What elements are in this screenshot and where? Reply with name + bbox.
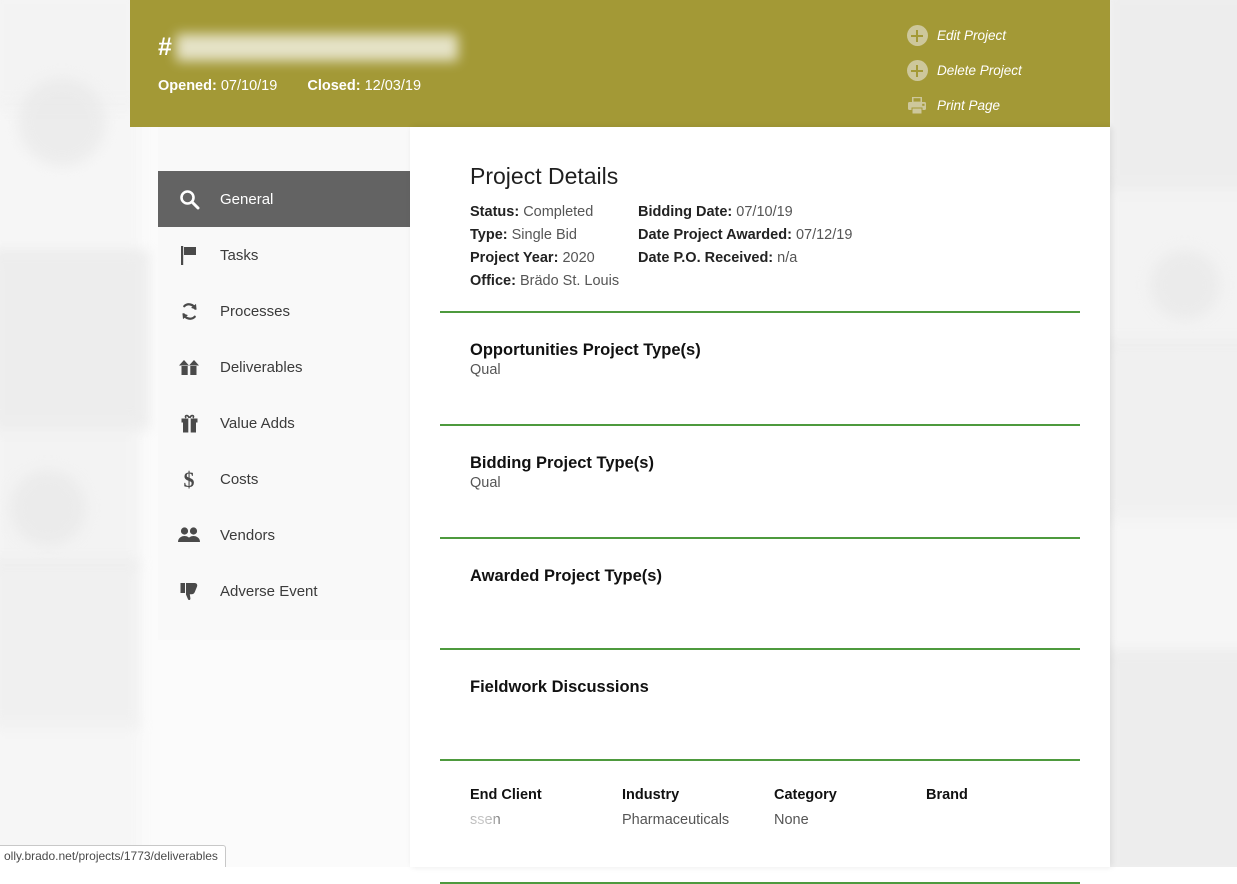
svg-text:$: $ [184,468,195,491]
detail-label: Office: [470,273,516,289]
detail-bidding-date: Bidding Date: 07/10/19 [638,204,1080,220]
column-header-industry: Industry [622,787,680,803]
client-info-table: End Client Industry Category Brand ssen … [440,761,1080,860]
sidebar-item-general[interactable]: General [158,171,410,227]
detail-status: Status: Completed [470,204,638,220]
sidebar-item-label: General [220,190,274,208]
detail-label: Date P.O. Received: [638,250,774,266]
detail-date-project-awarded: Date Project Awarded: 07/12/19 [638,227,1080,243]
sidebar-nav: General Tasks Processes Deliverables Val… [158,127,410,640]
sidebar-item-value-adds[interactable]: Value Adds [158,395,410,451]
brand-redacted [926,810,994,830]
detail-value: 07/10/19 [736,204,793,220]
opened-value: 07/10/19 [220,78,278,94]
project-number-hash: # [158,33,172,61]
flag-icon [172,245,206,266]
open-box-icon [172,357,206,377]
printer-icon [906,95,928,117]
table-row: ssen Pharmaceuticals None [465,809,1080,860]
detail-value: 07/12/19 [795,227,853,243]
detail-value: n/a [777,250,798,266]
detail-date-po-received: Date P.O. Received: n/a [638,250,1080,266]
sidebar-item-deliverables[interactable]: Deliverables [158,339,410,395]
sidebar-item-label: Processes [220,302,291,320]
page-title: # [158,34,458,61]
header-actions: Edit Project Delete Project Print Page [906,18,1086,123]
detail-empty [638,273,1080,289]
end-client-redacted-line [465,831,583,850]
cell-industry: Pharmaceuticals [622,812,730,828]
circle-plus-icon [906,25,928,47]
people-icon [172,526,206,544]
sidebar-item-processes[interactable]: Processes [158,283,410,339]
section-body: Qual [470,475,501,491]
opened-label: Opened: [158,78,217,94]
detail-value: 2020 [562,250,595,266]
print-page-button[interactable]: Print Page [906,88,1086,123]
main-content: Project Details Status: Completed Biddin… [410,127,1110,884]
page-body: General Tasks Processes Deliverables Val… [130,127,1110,884]
header-left-block: # Opened: 07/10/19 Closed: 12/03/19 [158,34,458,94]
search-icon [172,189,206,210]
sidebar-item-label: Vendors [220,526,276,544]
section-title-project-details: Project Details [470,163,619,189]
status-bar-link-preview: olly.brado.net/projects/1773/deliverable… [0,845,226,867]
sidebar-item-label: Tasks [220,246,259,264]
end-client-redacted-prefix [465,809,497,831]
sidebar-item-vendors[interactable]: Vendors [158,507,410,563]
section-body: Qual [470,362,501,378]
section-heading: Awarded Project Type(s) [470,567,662,585]
print-page-label: Print Page [937,98,1001,113]
circle-plus-icon [906,60,928,82]
project-title-redacted [175,34,458,61]
delete-project-button[interactable]: Delete Project [906,53,1086,88]
detail-project-year: Project Year: 2020 [470,250,638,266]
detail-label: Type: [470,227,508,243]
section-opportunities-project-types: Opportunities Project Type(s) Qual [440,313,1080,402]
section-awarded-project-types: Awarded Project Type(s) [440,539,1080,626]
sidebar-item-label: Costs [220,470,259,488]
cell-end-client: ssen [465,809,622,860]
project-header: # Opened: 07/10/19 Closed: 12/03/19 Edit… [130,0,1110,127]
project-details-grid: Status: Completed Bidding Date: 07/10/19… [470,204,1080,289]
sidebar-item-label: Value Adds [220,414,295,432]
detail-office: Office: Brädo St. Louis [470,273,638,289]
edit-project-button[interactable]: Edit Project [906,18,1086,53]
sidebar-item-label: Deliverables [220,358,303,376]
detail-value: Completed [523,204,594,220]
detail-value: Single Bid [511,227,577,243]
sidebar-item-costs[interactable]: $ Costs [158,451,410,507]
sidebar-item-tasks[interactable]: Tasks [158,227,410,283]
status-bar-url: olly.brado.net/projects/1773/deliverable… [4,849,218,863]
detail-type: Type: Single Bid [470,227,638,243]
refresh-icon [172,301,206,322]
cell-brand [926,810,1080,860]
detail-label: Status: [470,204,520,220]
project-page: # Opened: 07/10/19 Closed: 12/03/19 Edit… [130,0,1110,884]
section-fieldwork-discussions: Fieldwork Discussions [440,650,1080,737]
detail-label: Date Project Awarded: [638,227,792,243]
section-heading: Opportunities Project Type(s) [470,341,701,359]
gift-icon [172,413,206,434]
delete-project-label: Delete Project [937,63,1022,78]
edit-project-label: Edit Project [937,28,1007,43]
detail-label: Bidding Date: [638,204,733,220]
detail-label: Project Year: [470,250,559,266]
sidebar-item-adverse-event[interactable]: Adverse Event [158,563,410,619]
sidebar-item-label: Adverse Event [220,582,318,600]
column-header-brand: Brand [926,787,968,803]
closed-value: 12/03/19 [364,78,422,94]
table-header-row: End Client Industry Category Brand [470,787,1080,812]
dollar-icon: $ [172,468,206,491]
project-dates: Opened: 07/10/19 Closed: 12/03/19 [158,78,458,94]
sidebar-top-spacer [158,127,410,171]
detail-value: Brädo St. Louis [519,273,620,289]
closed-label: Closed: [307,78,361,94]
thumbs-down-icon [172,581,206,602]
section-heading: Bidding Project Type(s) [470,454,654,472]
column-header-category: Category [774,787,837,803]
section-heading: Fieldwork Discussions [470,678,649,696]
cell-category: None [774,812,809,828]
section-bidding-project-types: Bidding Project Type(s) Qual [440,426,1080,515]
